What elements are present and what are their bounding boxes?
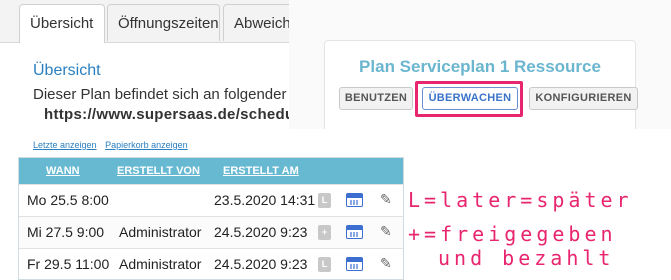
show-trash-link[interactable]: Papierkorb anzeigen xyxy=(105,140,188,150)
cell-created-at: 24.5.2020 9:23 xyxy=(214,224,308,240)
annotation-later: L=later=später xyxy=(408,188,633,212)
header-created-by[interactable]: ERSTELLT VON xyxy=(117,165,200,177)
cell-created-by: Administrator xyxy=(119,256,202,272)
configure-button[interactable]: KONFIGURIEREN xyxy=(529,87,638,110)
table-row[interactable]: Mo 25.5 8:00 23.5.2020 14:31 L ✎ xyxy=(19,184,403,216)
show-recent-link[interactable]: Letzte anzeigen xyxy=(33,140,97,150)
tab-opening-hours[interactable]: Öffnungszeiten xyxy=(107,4,220,41)
annotation-paid: und bezahlt xyxy=(438,246,615,270)
calendar-icon[interactable] xyxy=(346,193,363,207)
annotation-released: +=freigegeben xyxy=(408,222,617,246)
status-badge: L xyxy=(318,257,331,272)
calendar-icon[interactable] xyxy=(346,225,363,239)
table-row[interactable]: Mi 27.5 9:00 Administrator 24.5.2020 9:2… xyxy=(19,216,403,248)
status-badge: L xyxy=(318,193,331,208)
edit-icon[interactable]: ✎ xyxy=(380,223,392,240)
highlight-box xyxy=(415,81,523,117)
tab-bar: Übersicht Öffnungszeiten Abweich xyxy=(0,0,313,43)
cell-created-at: 24.5.2020 9:23 xyxy=(214,256,308,272)
cell-when: Mo 25.5 8:00 xyxy=(27,192,109,208)
cell-created-at: 23.5.2020 14:31 xyxy=(214,192,316,208)
header-when[interactable]: WANN xyxy=(46,165,80,177)
status-badge: + xyxy=(318,225,331,240)
edit-icon[interactable]: ✎ xyxy=(380,191,392,208)
cell-created-by: Administrator xyxy=(119,224,202,240)
plan-description: Dieser Plan befindet sich an folgender W… xyxy=(33,86,313,103)
schedule-url: https://www.supersaas.de/schedule/ xyxy=(44,106,313,123)
section-title: Übersicht xyxy=(33,62,101,79)
tab-overview[interactable]: Übersicht xyxy=(19,4,105,43)
calendar-icon[interactable] xyxy=(346,257,363,271)
plan-title: Plan Serviceplan 1 Ressource xyxy=(359,57,601,76)
table-header: WANN ERSTELLT VON ERSTELLT AM xyxy=(19,158,403,184)
view-links: Letzte anzeigen Papierkorb anzeigen xyxy=(33,140,194,150)
edit-icon[interactable]: ✎ xyxy=(380,255,392,272)
cell-when: Mi 27.5 9:00 xyxy=(27,224,105,240)
use-button[interactable]: BENUTZEN xyxy=(339,87,413,110)
header-created-at[interactable]: ERSTELLT AM xyxy=(223,165,299,177)
table-row[interactable]: Fr 29.5 11:00 Administrator 24.5.2020 9:… xyxy=(19,248,403,279)
bookings-table: WANN ERSTELLT VON ERSTELLT AM Mo 25.5 8:… xyxy=(18,157,404,280)
cell-when: Fr 29.5 11:00 xyxy=(27,256,110,272)
